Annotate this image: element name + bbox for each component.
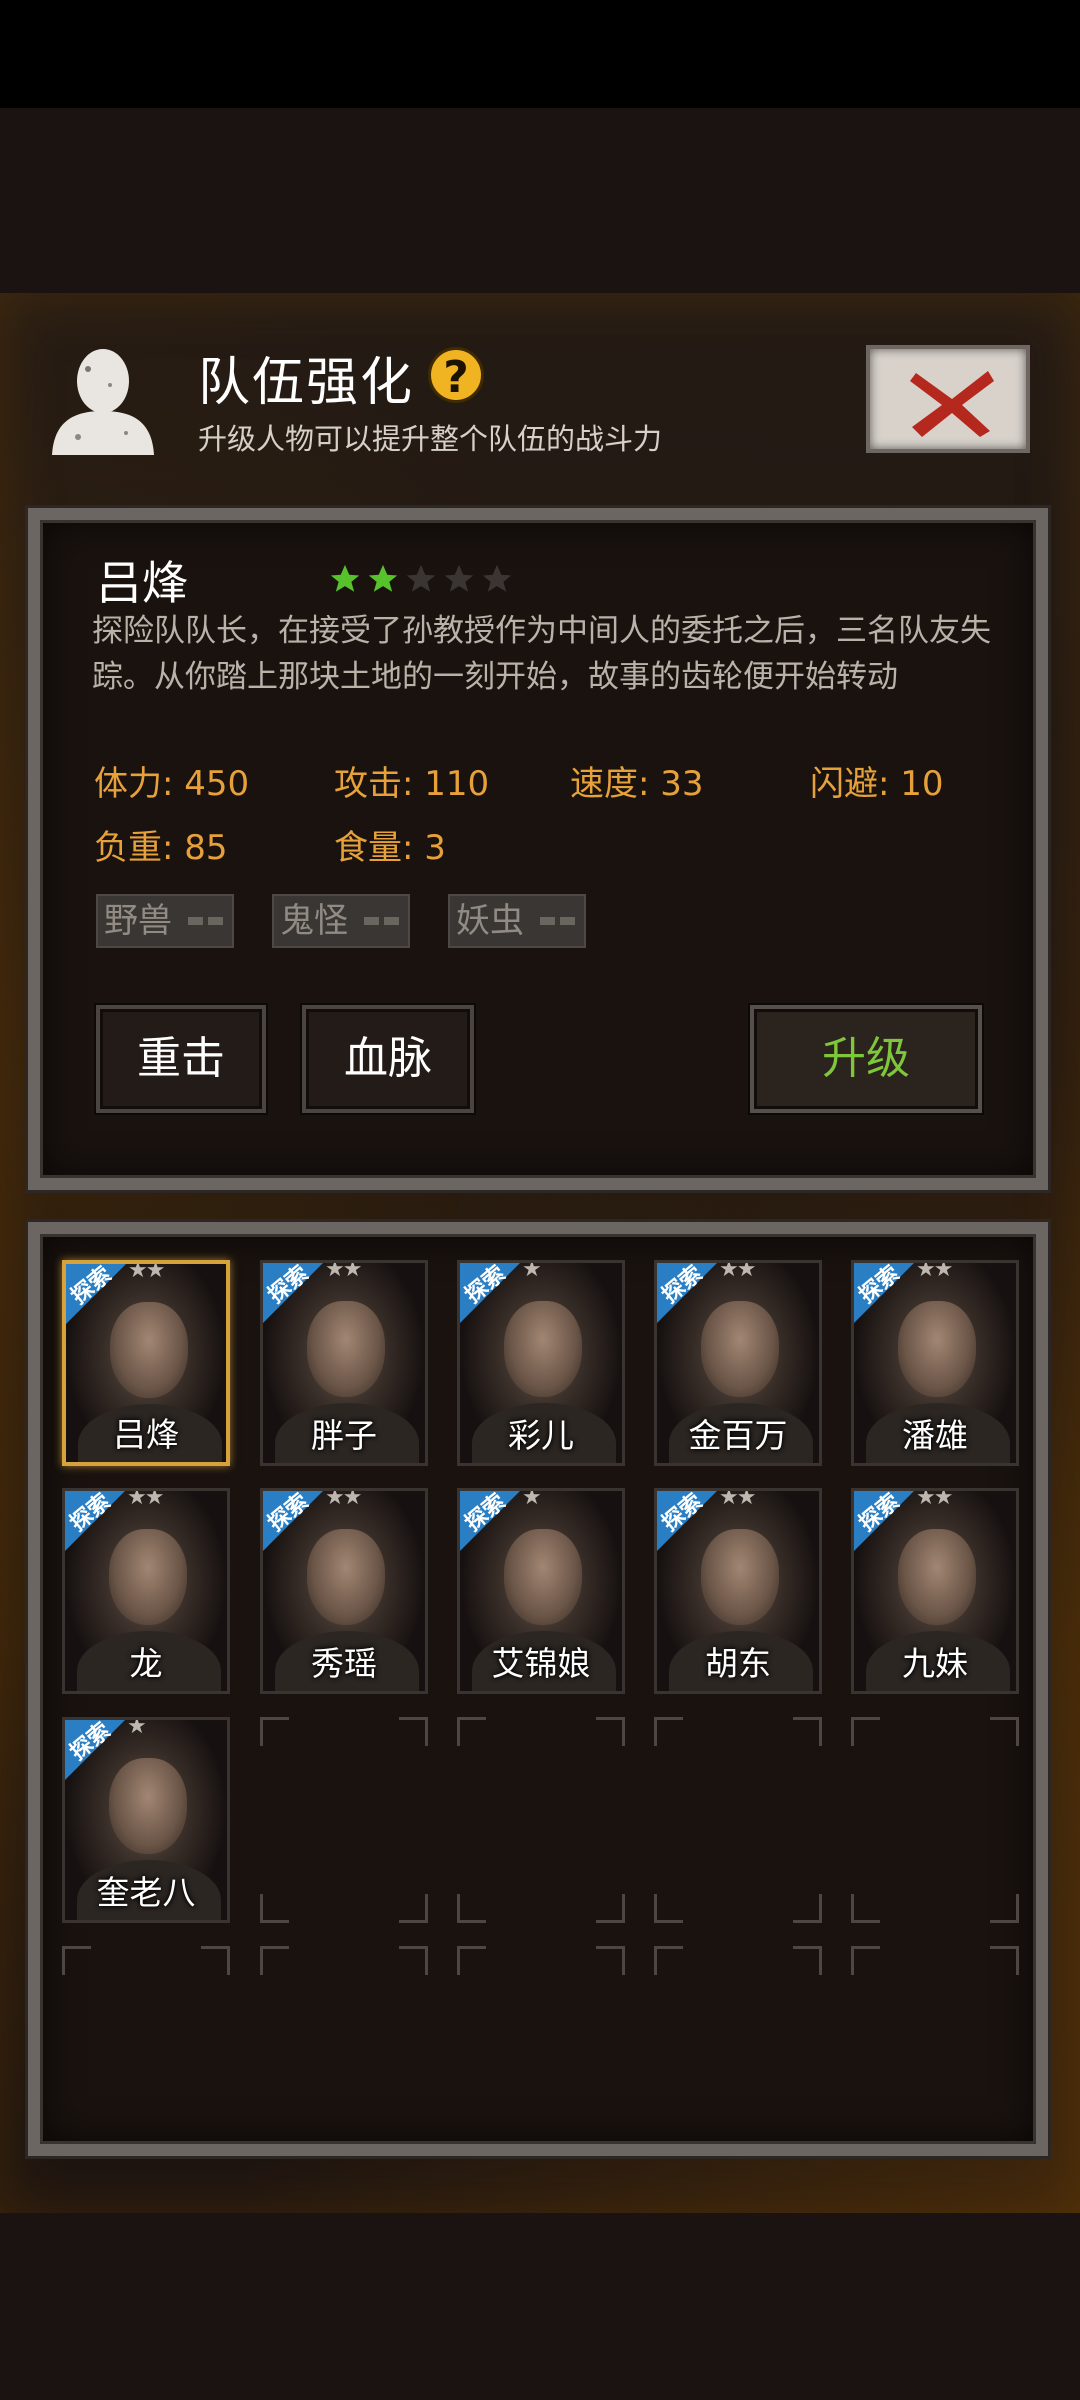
empty-slot <box>62 1946 230 2006</box>
character-stars <box>328 562 514 596</box>
star-filled-icon <box>368 564 398 592</box>
card-name: 胡东 <box>705 1644 771 1683</box>
roster-card[interactable]: 探索 ★★ 金百万 <box>654 1260 822 1466</box>
empty-slot <box>654 1946 822 2006</box>
empty-slot <box>851 1717 1019 1923</box>
card-stars: ★★ <box>325 1488 362 1510</box>
page-subtitle: 升级人物可以提升整个队伍的战斗力 <box>198 422 663 456</box>
star-empty-icon <box>406 564 436 592</box>
tag-beast: 野兽 <box>96 894 234 948</box>
heavy-strike-button[interactable]: 重击 <box>96 1005 266 1113</box>
star-empty-icon <box>444 564 474 592</box>
stat-hp: 体力: 450 <box>94 764 250 804</box>
stat-dodge: 闪避: 10 <box>810 764 944 804</box>
card-stars: ★★ <box>127 1488 164 1510</box>
card-stars: ★★ <box>916 1260 953 1282</box>
card-stars: ★★ <box>916 1488 953 1510</box>
empty-slot <box>260 1946 428 2006</box>
empty-slot <box>851 1946 1019 2006</box>
card-name: 胖子 <box>311 1416 377 1455</box>
tag-ghost: 鬼怪 <box>272 894 410 948</box>
user-silhouette-icon <box>52 349 154 455</box>
status-bar <box>0 0 1080 108</box>
upgrade-button[interactable]: 升级 <box>750 1005 982 1113</box>
card-name: 吕烽 <box>113 1415 179 1454</box>
card-name: 金百万 <box>688 1416 788 1455</box>
roster-card[interactable]: 探索 ★★ 潘雄 <box>851 1260 1019 1466</box>
card-name: 潘雄 <box>902 1416 968 1455</box>
card-name: 龙 <box>129 1644 163 1683</box>
card-name: 艾锦娘 <box>491 1644 591 1683</box>
card-stars: ★★ <box>325 1260 362 1282</box>
roster-card[interactable]: 探索 ★ 奎老八 <box>62 1717 230 1923</box>
card-name: 九妹 <box>902 1644 968 1683</box>
card-stars: ★★ <box>128 1260 165 1283</box>
card-stars: ★★ <box>719 1260 756 1282</box>
roster-card[interactable]: 探索 ★ 艾锦娘 <box>457 1488 625 1694</box>
card-stars: ★ <box>522 1260 542 1282</box>
bloodline-button[interactable]: 血脉 <box>302 1005 474 1113</box>
roster-card[interactable]: 探索 ★★ 吕烽 <box>62 1260 230 1466</box>
close-x-icon <box>910 371 994 437</box>
card-name: 彩儿 <box>508 1416 574 1455</box>
help-icon[interactable]: ? <box>428 347 484 403</box>
empty-slot <box>457 1717 625 1923</box>
roster-card[interactable]: 探索 ★ 彩儿 <box>457 1260 625 1466</box>
stat-attack: 攻击: 110 <box>334 764 490 804</box>
page-title: 队伍强化 <box>198 353 415 413</box>
close-button[interactable] <box>866 345 1030 453</box>
roster-card[interactable]: 探索 ★★ 秀瑶 <box>260 1488 428 1694</box>
card-name: 秀瑶 <box>311 1644 377 1683</box>
card-stars: ★ <box>522 1488 542 1510</box>
card-stars: ★★ <box>719 1488 756 1510</box>
stat-speed: 速度: 33 <box>570 764 704 804</box>
star-filled-icon <box>330 564 360 592</box>
empty-slot <box>260 1717 428 1923</box>
empty-slot <box>654 1717 822 1923</box>
empty-slot <box>457 1946 625 2006</box>
character-name: 吕烽 <box>96 556 188 610</box>
card-name: 奎老八 <box>96 1873 196 1912</box>
roster-card[interactable]: 探索 ★★ 胡东 <box>654 1488 822 1694</box>
card-stars: ★ <box>127 1717 147 1739</box>
stat-food: 食量: 3 <box>334 828 446 868</box>
star-empty-icon <box>482 564 512 592</box>
character-description: 探险队队长，在接受了孙教授作为中间人的委托之后，三名队友失踪。从你踏上那块土地的… <box>92 613 991 695</box>
roster-card[interactable]: 探索 ★★ 胖子 <box>260 1260 428 1466</box>
roster-card[interactable]: 探索 ★★ 龙 <box>62 1488 230 1694</box>
roster-card[interactable]: 探索 ★★ 九妹 <box>851 1488 1019 1694</box>
stat-load: 负重: 85 <box>94 828 228 868</box>
tag-insect: 妖虫 <box>448 894 586 948</box>
